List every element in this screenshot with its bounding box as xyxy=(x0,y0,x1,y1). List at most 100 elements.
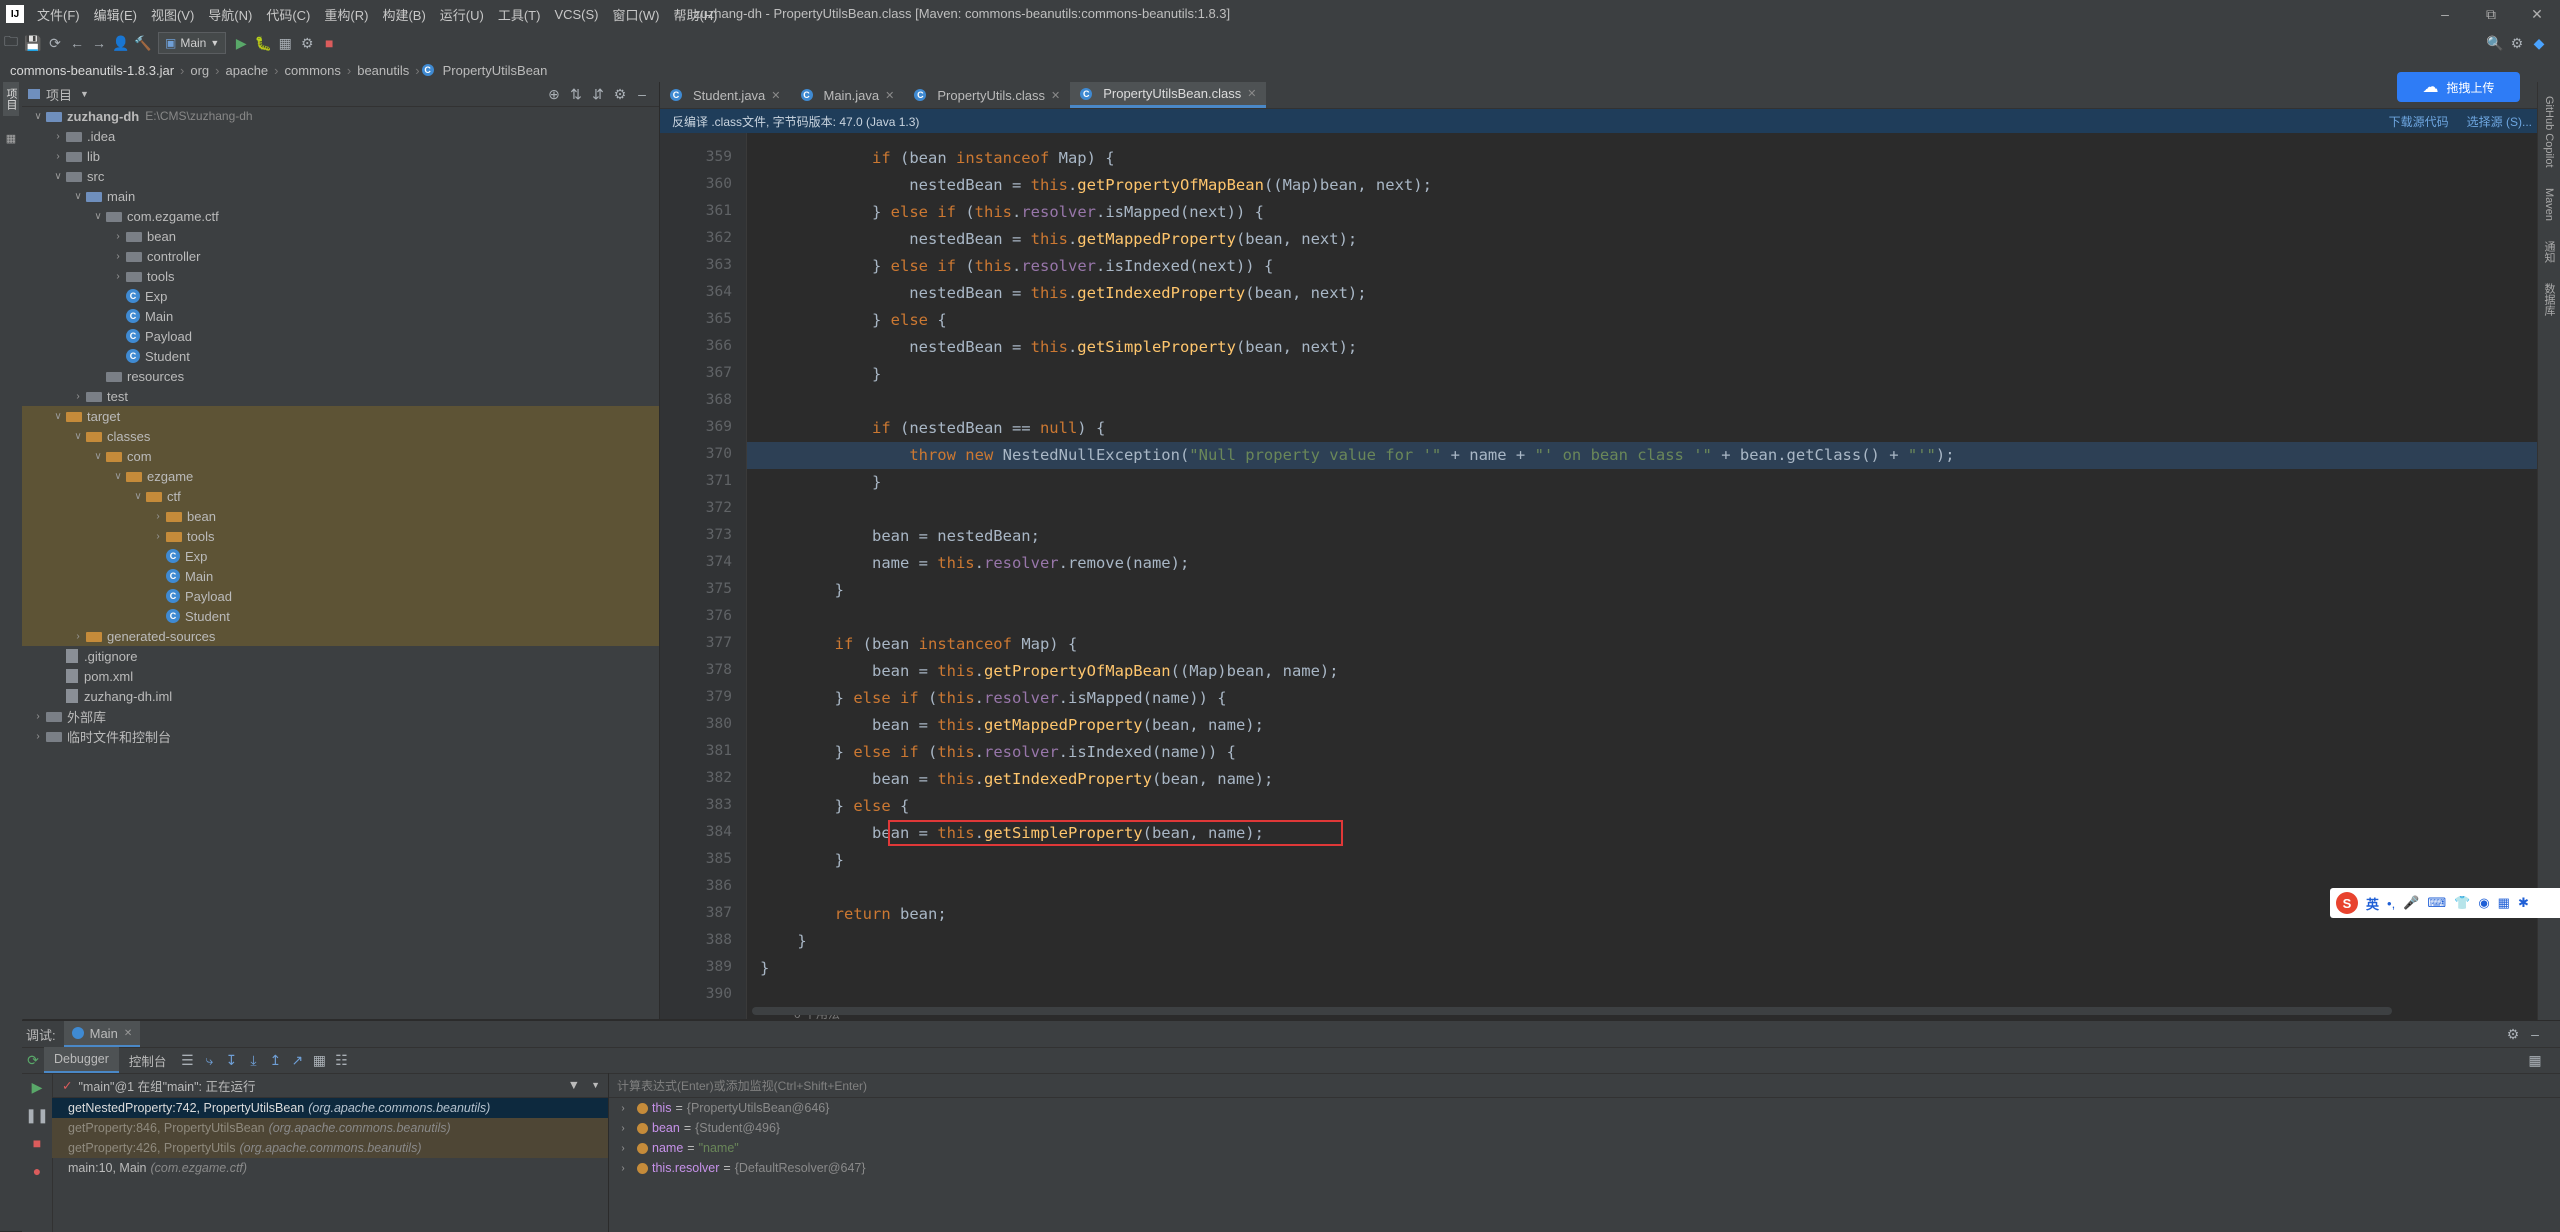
forward-icon[interactable]: → xyxy=(88,32,110,54)
expand-arrow-icon[interactable]: ∨ xyxy=(70,191,86,202)
expand-arrow-icon[interactable]: ∨ xyxy=(90,451,106,462)
editor-tab[interactable]: C Main.java ✕ xyxy=(791,82,905,108)
menu-item[interactable]: 窗口(W) xyxy=(606,5,667,24)
baidu-upload-button[interactable]: ☁ 拖拽上传 xyxy=(2397,72,2520,102)
keyboard-icon[interactable]: ⌨ xyxy=(2427,895,2446,911)
collapse-all-icon[interactable]: ⇵ xyxy=(587,83,609,105)
settings-icon[interactable]: ⚙ xyxy=(2502,1023,2524,1045)
variable-row[interactable]: › name = "name" xyxy=(609,1138,2560,1158)
back-icon[interactable]: ← xyxy=(66,32,88,54)
breadcrumb-item[interactable]: beanutils xyxy=(353,63,413,78)
editor-tab[interactable]: C PropertyUtils.class ✕ xyxy=(904,82,1070,108)
step-over-icon[interactable]: ⤷ xyxy=(198,1049,220,1071)
tree-node[interactable]: › 临时文件和控制台 xyxy=(22,726,659,746)
tree-node[interactable]: C Exp xyxy=(22,286,659,306)
collapse-arrow-icon[interactable]: › xyxy=(30,731,46,742)
toolbox-icon[interactable]: ▦ xyxy=(2498,895,2510,911)
right-tool-tab[interactable]: Maven xyxy=(2543,182,2555,227)
tree-node[interactable]: C Payload xyxy=(22,326,659,346)
breadcrumb-item[interactable]: commons xyxy=(281,63,345,78)
menu-item[interactable]: 构建(B) xyxy=(375,5,432,24)
tree-node[interactable]: C Payload xyxy=(22,586,659,606)
step-out-icon[interactable]: ↥ xyxy=(264,1049,286,1071)
variable-row[interactable]: › this = {PropertyUtilsBean@646} xyxy=(609,1098,2560,1118)
expand-arrow-icon[interactable]: ∨ xyxy=(90,211,106,222)
collapse-arrow-icon[interactable]: › xyxy=(110,251,126,262)
pause-icon[interactable]: ❚❚ xyxy=(25,1104,48,1126)
stack-frame[interactable]: getProperty:846, PropertyUtilsBean (org.a… xyxy=(52,1118,608,1138)
close-icon[interactable]: ✕ xyxy=(885,89,894,102)
code-editor[interactable]: 359 360 361 362 363 364 365 366 367 368 369 370 371 3… xyxy=(660,133,2538,1019)
hide-icon[interactable]: – xyxy=(631,83,653,105)
settings-icon[interactable]: ⚙ xyxy=(2506,32,2528,54)
project-tool-tab[interactable]: 项目 xyxy=(3,82,19,116)
jetbrains-ai-icon[interactable]: ◆ xyxy=(2528,32,2550,54)
chevron-down-icon[interactable]: ▼ xyxy=(591,1080,600,1090)
line-number-gutter[interactable]: 359 360 361 362 363 364 365 366 367 368 369 370 371 3… xyxy=(660,133,747,1019)
right-tool-tab[interactable]: 通知 xyxy=(2541,235,2557,269)
variable-row[interactable]: › this.resolver = {DefaultResolver@647} xyxy=(609,1158,2560,1178)
stop-icon[interactable]: ■ xyxy=(318,32,340,54)
more-settings-icon[interactable]: ✱ xyxy=(2518,895,2529,911)
user-icon[interactable]: 👤 xyxy=(110,32,132,54)
tree-node[interactable]: › .idea xyxy=(22,126,659,146)
tree-node[interactable]: C Main xyxy=(22,306,659,326)
trace-icon[interactable]: ☷ xyxy=(330,1049,352,1071)
tree-node[interactable]: › generated-sources xyxy=(22,626,659,646)
tree-node[interactable]: ∨ target xyxy=(22,406,659,426)
menu-item[interactable]: 代码(C) xyxy=(259,5,317,24)
variable-row[interactable]: › bean = {Student@496} xyxy=(609,1118,2560,1138)
menu-item[interactable]: 导航(N) xyxy=(201,5,259,24)
layout-icon[interactable]: ▦ xyxy=(2524,1049,2546,1071)
settings-icon[interactable]: ⚙ xyxy=(609,83,631,105)
close-icon[interactable]: ✕ xyxy=(2514,6,2560,23)
run-to-cursor-icon[interactable]: ↗ xyxy=(286,1049,308,1071)
build-hammer-icon[interactable]: 🔨 xyxy=(132,32,154,54)
restore-icon[interactable]: ⧉ xyxy=(2468,6,2514,23)
sogou-logo-icon[interactable]: S xyxy=(2336,892,2358,914)
view-breakpoints-icon[interactable]: ● xyxy=(26,1160,48,1182)
stack-frame[interactable]: getNestedProperty:742, PropertyUtilsBean… xyxy=(52,1098,608,1118)
collapse-arrow-icon[interactable]: › xyxy=(70,631,86,642)
tree-node[interactable]: › controller xyxy=(22,246,659,266)
punctuation-icon[interactable]: •, xyxy=(2387,896,2395,911)
editor-tab[interactable]: C Student.java ✕ xyxy=(660,82,791,108)
resume-icon[interactable]: ▶ xyxy=(26,1076,48,1098)
tree-node[interactable]: › lib xyxy=(22,146,659,166)
debug-tab[interactable]: Debugger xyxy=(44,1047,119,1073)
debug-tab[interactable]: 控制台 xyxy=(119,1047,177,1073)
evaluate-icon[interactable]: ▦ xyxy=(308,1049,330,1071)
menu-item[interactable]: 工具(T) xyxy=(491,5,548,24)
expand-arrow-icon[interactable]: ∨ xyxy=(110,471,126,482)
minimize-icon[interactable]: – xyxy=(2422,6,2468,22)
tree-node[interactable]: pom.xml xyxy=(22,666,659,686)
search-icon[interactable]: 🔍 xyxy=(2484,32,2506,54)
breadcrumb-item[interactable]: PropertyUtilsBean xyxy=(439,63,552,78)
collapse-arrow-icon[interactable]: › xyxy=(30,711,46,722)
horizontal-scrollbar[interactable] xyxy=(752,1007,2392,1015)
tree-node[interactable]: resources xyxy=(22,366,659,386)
stack-frame[interactable]: getProperty:426, PropertyUtils (org.apach… xyxy=(52,1138,608,1158)
menu-item[interactable]: 文件(F) xyxy=(30,5,87,24)
step-into-icon[interactable]: ↧ xyxy=(220,1049,242,1071)
structure-tool-tab[interactable]: ▦ xyxy=(5,126,18,151)
collapse-arrow-icon[interactable]: › xyxy=(615,1123,631,1134)
breadcrumb-item[interactable]: org xyxy=(186,63,213,78)
sync-icon[interactable]: ⟳ xyxy=(44,32,66,54)
run-icon[interactable]: ▶ xyxy=(230,32,252,54)
collapse-arrow-icon[interactable]: › xyxy=(150,511,166,522)
debug-session-tab[interactable]: Main ✕ xyxy=(63,1021,141,1047)
menu-item[interactable]: 视图(V) xyxy=(144,5,201,24)
tree-node[interactable]: ∨ src xyxy=(22,166,659,186)
menu-item[interactable]: VCS(S) xyxy=(547,7,605,22)
rerun-icon[interactable]: ⟳ xyxy=(22,1049,44,1071)
chevron-down-icon[interactable]: ▼ xyxy=(80,89,89,99)
tree-node[interactable]: › tools xyxy=(22,266,659,286)
collapse-arrow-icon[interactable]: › xyxy=(50,151,66,162)
collapse-arrow-icon[interactable]: › xyxy=(615,1103,631,1114)
collapse-arrow-icon[interactable]: › xyxy=(50,131,66,142)
tree-node[interactable]: ∨ classes xyxy=(22,426,659,446)
close-icon[interactable]: ✕ xyxy=(771,89,780,102)
expand-arrow-icon[interactable]: ∨ xyxy=(30,111,46,122)
project-panel-title[interactable]: 项目 xyxy=(46,85,72,104)
